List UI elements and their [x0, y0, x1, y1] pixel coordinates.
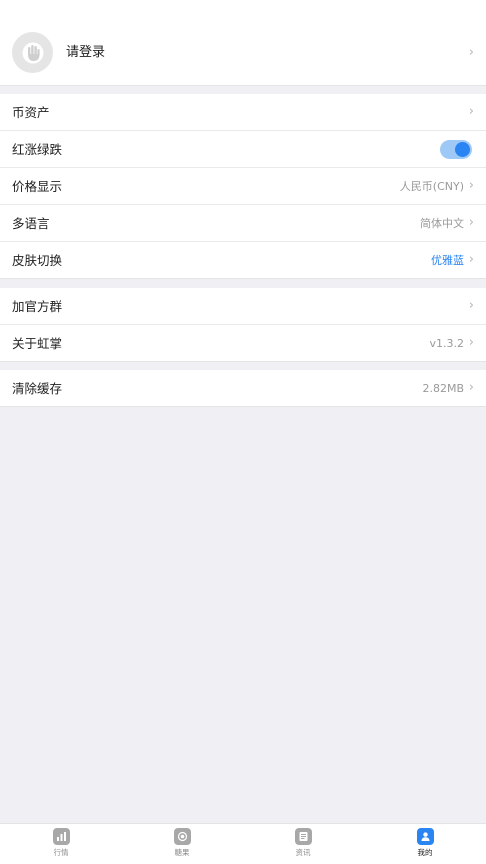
hand-icon	[22, 42, 43, 63]
tab-news[interactable]: 资讯	[273, 828, 333, 862]
settings-group-2: 加官方群 › 关于虹掌 v1.3.2 ›	[0, 288, 486, 362]
tab-candy[interactable]: 糖果	[152, 828, 212, 862]
color-mode-row: 红涨绿跌	[0, 131, 486, 168]
language-row[interactable]: 多语言 简体中文 ›	[0, 205, 486, 242]
skin-row[interactable]: 皮肤切换 优雅蓝 ›	[0, 242, 486, 279]
color-mode-toggle[interactable]	[440, 140, 472, 159]
settings-group-1: 币资产 › 红涨绿跌 价格显示 人民币(CNY) › 多语言 简体中文 › 皮肤…	[0, 94, 486, 279]
chevron-right-icon: ›	[468, 215, 474, 230]
settings-group-3: 清除缓存 2.82MB ›	[0, 370, 486, 407]
price-display-label: 价格显示	[12, 179, 63, 194]
chevron-right-icon: ›	[468, 335, 474, 350]
language-label: 多语言	[12, 216, 50, 231]
tab-mine[interactable]: 我的	[395, 828, 455, 862]
assets-label: 币资产	[12, 105, 50, 120]
tab-market[interactable]: 行情	[31, 828, 91, 862]
skin-value: 优雅蓝	[431, 254, 464, 267]
chevron-right-icon: ›	[468, 380, 474, 395]
assets-row[interactable]: 币资产 ›	[0, 94, 486, 131]
login-label[interactable]: 请登录	[66, 44, 105, 62]
chevron-right-icon: ›	[468, 252, 474, 267]
clear-cache-label: 清除缓存	[12, 381, 63, 396]
tab-candy-label: 糖果	[174, 848, 190, 857]
price-display-row[interactable]: 价格显示 人民币(CNY) ›	[0, 168, 486, 205]
skin-label: 皮肤切换	[12, 253, 63, 268]
user-icon	[416, 828, 434, 845]
avatar[interactable]	[12, 32, 53, 73]
candy-icon	[173, 828, 191, 845]
price-display-value: 人民币(CNY)	[399, 180, 464, 193]
chart-icon	[52, 828, 70, 845]
tab-mine-label: 我的	[417, 848, 433, 857]
version-value: v1.3.2	[429, 337, 465, 350]
chevron-right-icon: ›	[468, 45, 474, 60]
about-label: 关于虹掌	[12, 336, 63, 351]
join-group-label: 加官方群	[12, 299, 63, 314]
chevron-right-icon: ›	[468, 298, 474, 313]
toggle-knob	[455, 142, 470, 157]
profile-header[interactable]: 请登录 ›	[0, 0, 486, 86]
cache-size-value: 2.82MB	[422, 382, 464, 395]
color-mode-label: 红涨绿跌	[12, 142, 63, 157]
join-group-row[interactable]: 加官方群 ›	[0, 288, 486, 325]
about-row[interactable]: 关于虹掌 v1.3.2 ›	[0, 325, 486, 362]
clear-cache-row[interactable]: 清除缓存 2.82MB ›	[0, 370, 486, 407]
bottom-tab-bar: 行情 糖果 资讯 我的	[0, 823, 486, 864]
tab-market-label: 行情	[53, 848, 69, 857]
news-icon	[294, 828, 312, 845]
language-value: 简体中文	[420, 217, 464, 230]
chevron-right-icon: ›	[468, 104, 474, 119]
chevron-right-icon: ›	[468, 178, 474, 193]
tab-news-label: 资讯	[295, 848, 311, 857]
